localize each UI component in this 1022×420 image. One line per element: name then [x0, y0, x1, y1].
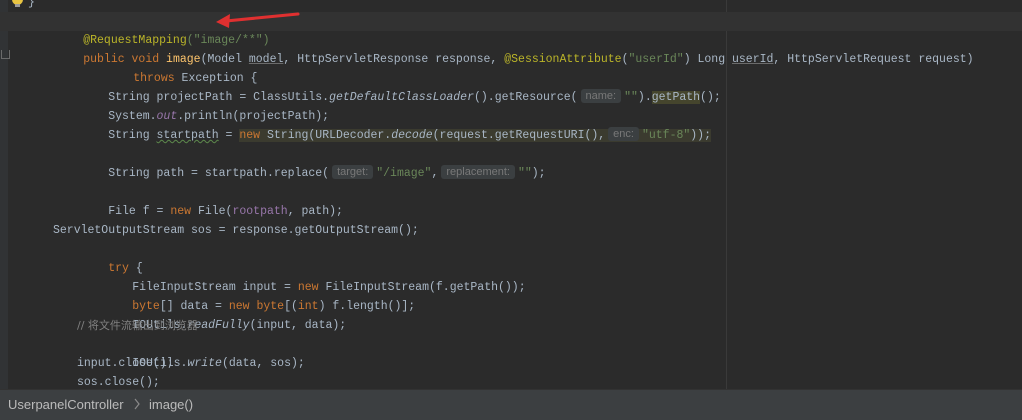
code-line-throws[interactable]: throws Exception { — [0, 50, 1022, 85]
code-line-sos-close[interactable]: sos.close(); — [0, 373, 1022, 389]
comment-token: // 将文件流输出到浏览器 — [77, 319, 198, 332]
code-line-byte-array[interactable]: byte[] data = new byte[(int) f.length()]… — [0, 278, 1022, 313]
code-text: , path); — [287, 205, 343, 218]
keyword-token: new — [239, 129, 267, 142]
code-text: sos.close(); — [77, 376, 160, 389]
parameter-hint: target: — [332, 165, 374, 179]
string-token: "" — [517, 167, 532, 180]
static-call-token: decode — [391, 129, 433, 142]
code-text: = — [218, 129, 240, 142]
code-line-output-stream[interactable]: ServletOutputStream sos = response.getOu… — [0, 221, 1022, 240]
breadcrumb-bar: UserpanelController image() — [0, 389, 1022, 420]
code-line-read-fully[interactable]: IOUtils.readFully(input, data); — [0, 297, 1022, 332]
code-line-project-path[interactable]: String projectPath = ClassUtils.getDefau… — [0, 69, 1022, 104]
code-line-file-input[interactable]: FileInputStream input = new FileInputStr… — [0, 259, 1022, 294]
code-line-try[interactable]: try { — [0, 240, 1022, 275]
code-line-println[interactable]: System.out.println(projectPath); — [0, 88, 1022, 123]
breadcrumb-class[interactable]: UserpanelController — [8, 397, 124, 412]
code-text: (request.getRequestURI(), — [432, 129, 606, 142]
code-editor[interactable]: } @RequestMapping("image/**") public voi… — [0, 0, 1022, 389]
code-text: ServletOutputStream sos = response.getOu… — [53, 224, 419, 237]
code-line-input-close[interactable]: input.close(); — [0, 354, 1022, 373]
lightbulb-icon[interactable] — [11, 0, 25, 8]
code-line-comment[interactable]: // 将文件流输出到浏览器 — [0, 316, 1022, 335]
code-text: , — [431, 167, 439, 180]
parameter-hint: replacement: — [441, 165, 515, 179]
code-text: ); — [531, 167, 546, 180]
field-token: rootpath — [232, 205, 288, 218]
breadcrumb-method[interactable]: image() — [149, 397, 193, 412]
code-text: )); — [690, 129, 711, 142]
code-text: input.close(); — [77, 357, 174, 370]
red-arrow-annotation — [216, 12, 300, 28]
code-text: String — [108, 129, 157, 142]
keyword-token: new — [170, 205, 198, 218]
parameter-hint: enc: — [608, 127, 639, 141]
code-text: String path = startpath.replace( — [108, 167, 330, 180]
code-line-write[interactable]: IOUtils.write(data, sos); — [0, 335, 1022, 370]
string-token: "utf-8" — [641, 129, 691, 142]
code-text: } — [28, 0, 35, 9]
variable-token: startpath — [156, 129, 219, 142]
code-line-file[interactable]: File f = new File(rootpath, path); — [0, 183, 1022, 218]
code-line-path-replace[interactable]: String path = startpath.replace(target: "… — [0, 145, 1022, 180]
code-line-startpath[interactable]: String startpath = new String(URLDecoder… — [0, 107, 1022, 142]
code-text: String(URLDecoder. — [266, 129, 392, 142]
code-line-request-mapping[interactable]: @RequestMapping("image/**") — [0, 12, 1022, 47]
code-text: File f = — [108, 205, 171, 218]
code-line-method-signature[interactable]: public void image(Model model, HttpServl… — [0, 31, 1022, 66]
string-token: "/image" — [376, 167, 432, 180]
chevron-right-icon — [134, 398, 140, 410]
code-text: File( — [197, 205, 233, 218]
code-line-closing-brace[interactable]: } — [0, 0, 1022, 12]
